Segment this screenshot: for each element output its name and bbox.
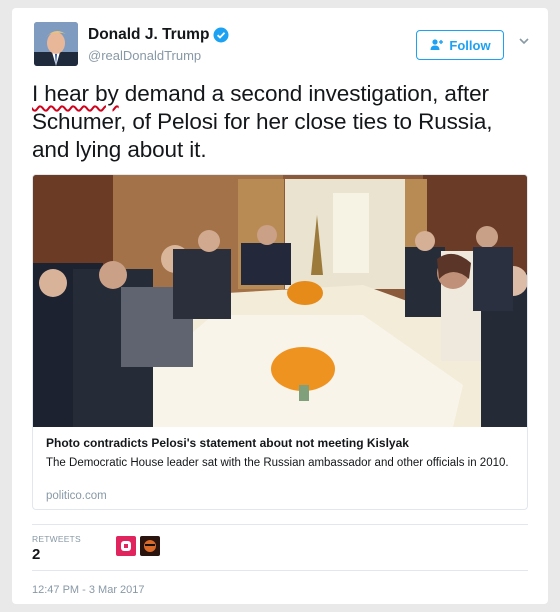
retweeter-avatar-icon: [140, 536, 160, 556]
card-domain: politico.com: [46, 490, 107, 502]
divider: [32, 524, 528, 525]
card-title: Photo contradicts Pelosi's statement abo…: [46, 436, 409, 450]
card-description: The Democratic House leader sat with the…: [46, 457, 509, 469]
author-handle[interactable]: @realDonaldTrump: [88, 48, 201, 63]
divider: [32, 570, 528, 571]
link-preview-card[interactable]: Photo contradicts Pelosi's statement abo…: [32, 174, 528, 510]
author-name[interactable]: Donald J. Trump: [88, 26, 209, 44]
tweet-text: I hear by demand a second investigation,…: [32, 80, 532, 164]
verified-badge-icon: [213, 27, 229, 43]
retweeter-avatar[interactable]: [116, 536, 136, 556]
card-photo: [33, 175, 527, 427]
tweet-card: Donald J. Trump @realDonaldTrump Follow …: [12, 8, 548, 604]
author-name-row: Donald J. Trump: [88, 26, 229, 44]
follow-button[interactable]: Follow: [416, 30, 504, 60]
profile-photo-icon: [34, 22, 78, 66]
chevron-down-icon[interactable]: [517, 34, 531, 48]
retweets-label: RETWEETS: [32, 534, 81, 544]
misspelled-phrase: I hear by: [32, 81, 119, 106]
retweets-count[interactable]: 2: [32, 546, 40, 563]
follow-label: Follow: [449, 37, 491, 53]
profile-avatar[interactable]: [34, 22, 78, 66]
tweet-timestamp[interactable]: 12:47 PM - 3 Mar 2017: [32, 584, 145, 596]
add-user-icon: [430, 39, 444, 50]
retweeter-avatar-icon: [116, 536, 136, 556]
retweeter-avatar[interactable]: [140, 536, 160, 556]
